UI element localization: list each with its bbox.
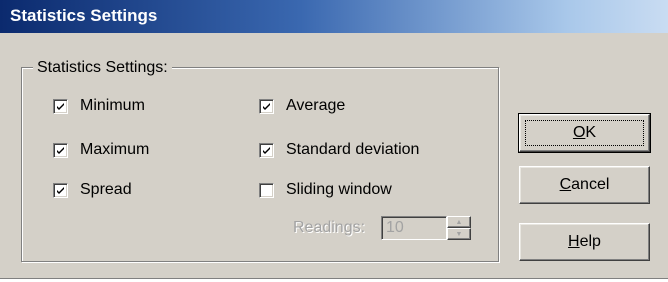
- sliding-window-checkbox[interactable]: Sliding window: [259, 180, 392, 200]
- maximum-checkbox[interactable]: Maximum: [53, 140, 149, 160]
- arrow-down-icon: ▼: [455, 230, 463, 238]
- minimum-checkbox[interactable]: Minimum: [53, 96, 145, 116]
- checkbox-box[interactable]: [53, 142, 68, 158]
- help-button[interactable]: Help: [519, 223, 650, 261]
- ok-button-label: OK: [572, 124, 597, 141]
- minimum-label: Minimum: [80, 97, 145, 114]
- checkbox-box[interactable]: [259, 98, 274, 114]
- check-mark-icon: [263, 146, 270, 154]
- check-mark-icon: [57, 102, 64, 110]
- check-mark-icon: [57, 186, 64, 194]
- checkbox-box[interactable]: [259, 182, 274, 198]
- statistics-settings-dialog: Statistics Settings Statistics Settings:…: [0, 0, 668, 282]
- spread-checkbox[interactable]: Spread: [53, 180, 132, 200]
- standard-deviation-checkbox[interactable]: Standard deviation: [259, 140, 419, 160]
- groupbox-label: Statistics Settings:: [33, 59, 172, 77]
- sliding-window-label: Sliding window: [286, 181, 392, 198]
- standard-deviation-label: Standard deviation: [286, 141, 420, 158]
- spin-up-button[interactable]: ▲: [447, 216, 471, 228]
- window-title: Statistics Settings: [10, 6, 158, 25]
- readings-label: Readings:: [293, 219, 366, 236]
- cancel-button[interactable]: Cancel: [519, 166, 650, 204]
- maximum-label: Maximum: [80, 141, 150, 158]
- arrow-up-icon: ▲: [455, 218, 463, 226]
- check-mark-icon: [57, 146, 64, 154]
- checkbox-box[interactable]: [53, 98, 68, 114]
- title-bar[interactable]: Statistics Settings: [0, 0, 668, 33]
- check-mark-icon: [263, 102, 270, 110]
- average-label: Average: [286, 97, 346, 114]
- window-bottom-edge: [0, 278, 668, 282]
- readings-input[interactable]: 10: [381, 216, 447, 240]
- cancel-button-label: Cancel: [559, 176, 610, 193]
- checkbox-box[interactable]: [259, 142, 274, 158]
- ok-button[interactable]: OK: [518, 113, 651, 153]
- checkbox-box[interactable]: [53, 182, 68, 198]
- spin-down-button[interactable]: ▼: [447, 228, 471, 240]
- help-button-label: Help: [568, 233, 601, 250]
- spread-label: Spread: [80, 181, 132, 198]
- average-checkbox[interactable]: Average: [259, 96, 345, 116]
